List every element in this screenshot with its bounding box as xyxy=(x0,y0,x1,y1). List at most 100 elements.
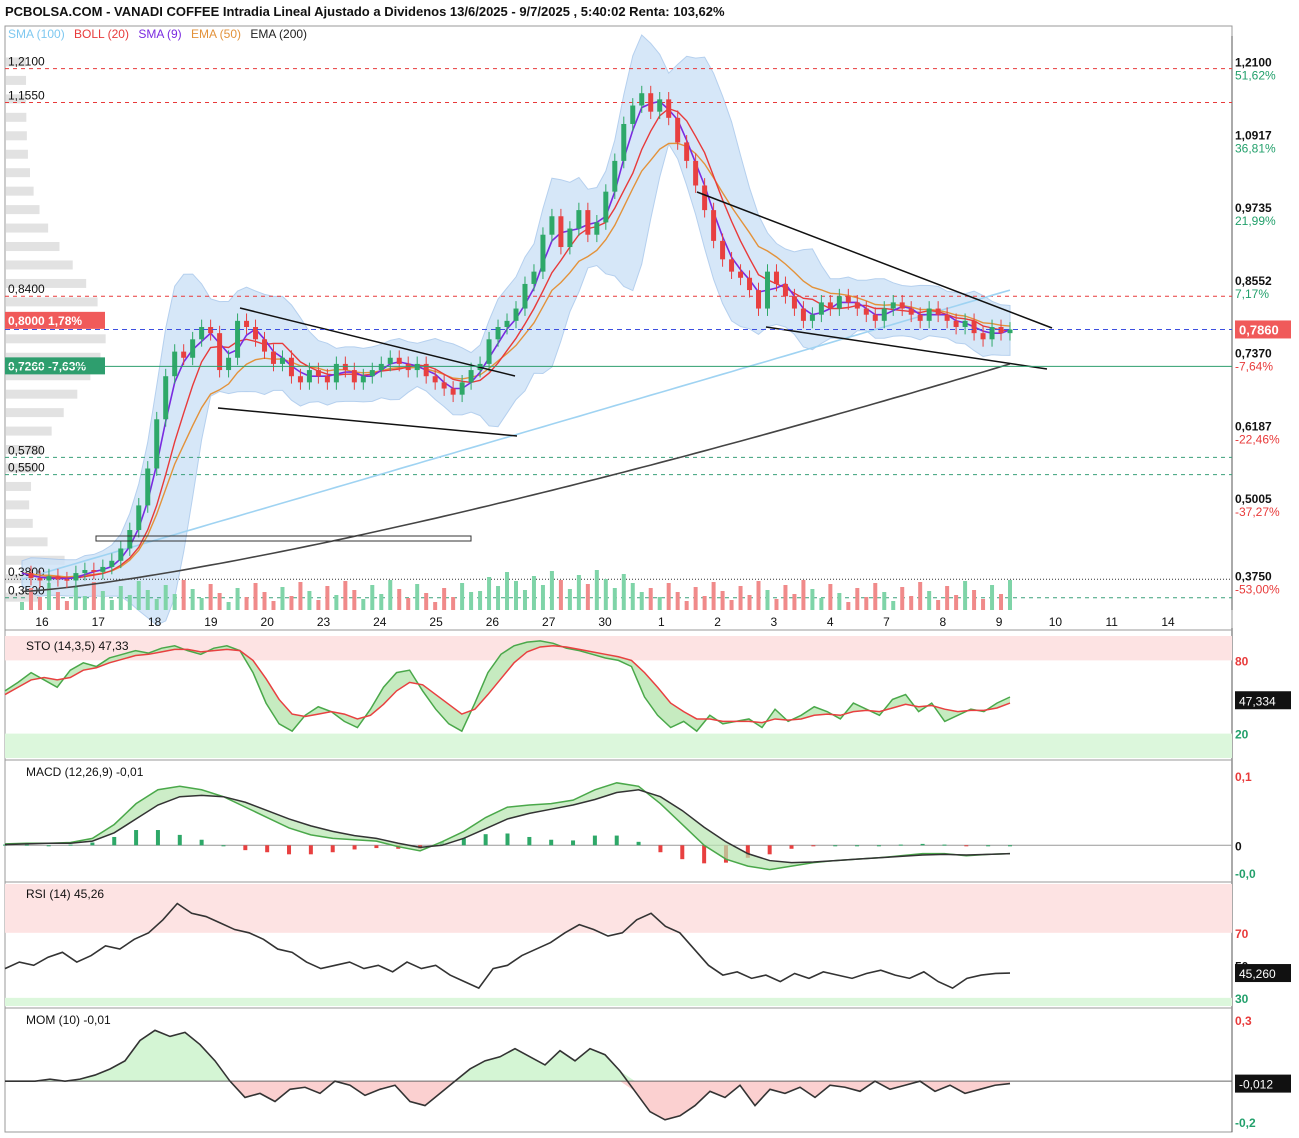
candle-body xyxy=(917,314,923,321)
macd-hist-bar xyxy=(549,839,554,846)
candle-body xyxy=(684,142,690,161)
candle-body xyxy=(226,357,232,371)
macd-hist-bar xyxy=(942,844,947,846)
mom-tick: -0,2 xyxy=(1235,1116,1256,1130)
candle-body xyxy=(306,370,312,383)
candle-body xyxy=(585,210,591,235)
x-tick-label: 1 xyxy=(658,615,665,629)
volume-bar xyxy=(639,592,644,610)
volume-bar xyxy=(594,570,599,610)
volume-profile-bar xyxy=(6,75,27,85)
volume-bar xyxy=(118,586,123,610)
candle-body xyxy=(827,302,833,309)
candle-body xyxy=(818,302,824,315)
x-tick-label: 18 xyxy=(148,615,162,629)
sto-oversold-zone xyxy=(5,733,1232,758)
candle-body xyxy=(881,308,887,321)
macd-hist-bar xyxy=(986,845,991,847)
candle-body xyxy=(378,363,384,371)
volume-bar xyxy=(100,591,105,610)
stock-chart[interactable]: 1,21001,15500,84000,57800,55000,38000,35… xyxy=(0,0,1299,1138)
candle-body xyxy=(513,308,519,321)
volume-bar xyxy=(136,581,141,610)
volume-bar xyxy=(343,581,348,610)
candle-body xyxy=(962,320,968,327)
volume-profile-bar xyxy=(6,537,48,547)
volume-bar xyxy=(199,598,204,610)
candle-body xyxy=(935,308,941,315)
volume-bar xyxy=(469,592,474,610)
macd-hist-bar xyxy=(964,845,969,847)
x-tick-label: 26 xyxy=(486,615,500,629)
volume-bar xyxy=(531,576,536,610)
volume-bar xyxy=(549,571,554,610)
volume-bar xyxy=(307,591,312,610)
volume-bar xyxy=(253,583,258,610)
volume-bar xyxy=(774,599,779,610)
sto-last-label: 47,334 xyxy=(1239,694,1276,708)
volume-bar xyxy=(684,601,689,610)
macd-hist-bar xyxy=(571,840,576,846)
macd-hist-bar xyxy=(265,845,270,853)
volume-bar xyxy=(648,588,653,610)
candle-body xyxy=(944,314,950,321)
macd-hist-bar xyxy=(876,845,881,847)
rsi-title: RSI (14) 45,26 xyxy=(26,887,104,901)
volume-profile-bar xyxy=(6,260,73,270)
volume-bar xyxy=(514,581,518,610)
volume-bar xyxy=(819,598,824,610)
candle-body xyxy=(396,357,402,364)
sto-title: STO (14,3,5) 47,33 xyxy=(26,639,129,653)
candle-body xyxy=(297,376,303,383)
volume-bar xyxy=(954,595,959,610)
macd-hist-bar xyxy=(658,845,663,853)
price-level-label: 0,8400 xyxy=(8,282,45,296)
macd-hist-bar xyxy=(134,830,139,846)
volume-bar xyxy=(37,597,42,610)
volume-profile-bar xyxy=(6,297,98,307)
candle-body xyxy=(549,216,555,235)
volume-profile-bar xyxy=(6,112,27,122)
candle-body xyxy=(324,376,330,383)
volume-bar xyxy=(145,590,150,610)
candle-body xyxy=(37,578,43,581)
candle-body xyxy=(630,105,636,124)
macd-hist-bar xyxy=(833,845,838,847)
candle-body xyxy=(675,117,681,143)
y-tick-pct: 7,17% xyxy=(1235,287,1269,301)
macd-tick: 0 xyxy=(1235,839,1242,853)
macd-hist-bar xyxy=(330,845,335,853)
macd-hist-bar xyxy=(155,830,160,846)
price-badge-label: 0,8000 1,78% xyxy=(8,314,82,328)
volume-bar xyxy=(891,601,896,610)
volume-bar xyxy=(765,590,770,610)
candle-body xyxy=(387,357,393,364)
candle-body xyxy=(926,308,932,321)
x-tick-label: 14 xyxy=(1161,615,1175,629)
volume-bar xyxy=(945,586,950,610)
x-tick-label: 9 xyxy=(996,615,1003,629)
macd-hist-bar xyxy=(527,836,532,846)
y-tick-label: 1,0917 xyxy=(1235,128,1272,142)
candle-body xyxy=(118,548,124,561)
candle-body xyxy=(405,363,411,371)
candle-body xyxy=(836,296,842,309)
volume-bar xyxy=(855,588,860,610)
x-tick-label: 11 xyxy=(1105,615,1118,629)
volume-bar xyxy=(963,581,968,610)
candle-body xyxy=(190,339,196,358)
volume-bar xyxy=(334,595,339,610)
volume-bar xyxy=(460,583,465,610)
candle-body xyxy=(854,302,860,309)
macd-hist-bar xyxy=(90,842,95,846)
rsi-tick: 70 xyxy=(1235,927,1249,941)
macd-tick: 0,1 xyxy=(1235,770,1252,784)
volume-bar xyxy=(720,591,725,610)
volume-bar xyxy=(711,582,716,610)
volume-profile-bar xyxy=(6,131,27,141)
price-level-label: 0,5500 xyxy=(8,461,45,475)
volume-bar xyxy=(657,597,662,610)
candle-body xyxy=(594,222,600,235)
macd-title: MACD (12,26,9) -0,01 xyxy=(26,765,144,779)
macd-hist-bar xyxy=(68,844,73,846)
